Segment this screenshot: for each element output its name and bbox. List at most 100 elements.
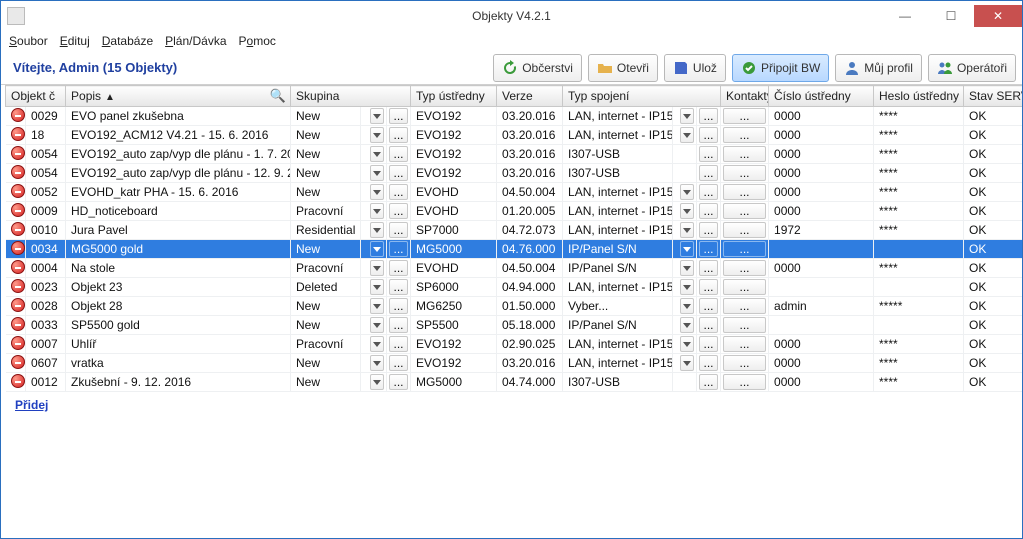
popis-cell[interactable]: SP5500 gold	[66, 316, 291, 335]
ellipsis-icon[interactable]: ...	[389, 146, 408, 162]
kontakty-button[interactable]: ...	[721, 297, 769, 316]
ellipsis-icon[interactable]: ...	[389, 203, 408, 219]
spoj-edit-button[interactable]: ...	[697, 145, 721, 164]
cislo-cell[interactable]: 0000	[769, 259, 874, 278]
ellipsis-icon[interactable]: ...	[699, 279, 718, 295]
chevron-down-icon[interactable]	[370, 260, 384, 276]
chevron-down-icon[interactable]	[680, 336, 694, 352]
chevron-down-icon[interactable]	[680, 108, 694, 124]
skupina-dropdown[interactable]	[361, 297, 387, 316]
spoj-dropdown[interactable]	[673, 316, 697, 335]
chevron-down-icon[interactable]	[370, 127, 384, 143]
skupina-cell[interactable]: New	[291, 183, 361, 202]
heslo-cell[interactable]: ****	[874, 183, 964, 202]
table-row[interactable]: 0004Na stolePracovní...EVOHD04.50.004IP/…	[6, 259, 1023, 278]
heslo-cell[interactable]	[874, 240, 964, 259]
popis-cell[interactable]: Na stole	[66, 259, 291, 278]
spoj-cell[interactable]: LAN, internet - IP150	[563, 278, 673, 297]
skupina-cell[interactable]: New	[291, 316, 361, 335]
skupina-dropdown[interactable]	[361, 259, 387, 278]
skupina-dropdown[interactable]	[361, 164, 387, 183]
ellipsis-icon[interactable]: ...	[699, 127, 718, 143]
ellipsis-icon[interactable]: ...	[389, 279, 408, 295]
heslo-cell[interactable]: ****	[874, 259, 964, 278]
kontakty-button[interactable]: ...	[721, 164, 769, 183]
operators-button[interactable]: Operátoři	[928, 54, 1016, 82]
skupina-cell[interactable]: New	[291, 145, 361, 164]
skupina-edit-button[interactable]: ...	[387, 297, 411, 316]
heslo-cell[interactable]: ****	[874, 164, 964, 183]
col-typustredny[interactable]: Typ ústředny	[411, 86, 497, 107]
chevron-down-icon[interactable]	[370, 298, 384, 314]
ellipsis-icon[interactable]: ...	[699, 108, 718, 124]
spoj-dropdown[interactable]	[673, 221, 697, 240]
heslo-cell[interactable]: ****	[874, 202, 964, 221]
ellipsis-icon[interactable]: ...	[723, 146, 766, 162]
spoj-edit-button[interactable]: ...	[697, 335, 721, 354]
ellipsis-icon[interactable]: ...	[723, 127, 766, 143]
skupina-cell[interactable]: New	[291, 373, 361, 392]
menu-soubor[interactable]: Soubor	[9, 34, 48, 48]
chevron-down-icon[interactable]	[680, 355, 694, 371]
ellipsis-icon[interactable]: ...	[723, 184, 766, 200]
skupina-edit-button[interactable]: ...	[387, 240, 411, 259]
spoj-edit-button[interactable]: ...	[697, 354, 721, 373]
ellipsis-icon[interactable]: ...	[699, 374, 718, 390]
ellipsis-icon[interactable]: ...	[723, 279, 766, 295]
refresh-button[interactable]: Občerstvi	[493, 54, 582, 82]
spoj-edit-button[interactable]: ...	[697, 126, 721, 145]
ellipsis-icon[interactable]: ...	[699, 241, 718, 257]
skupina-edit-button[interactable]: ...	[387, 373, 411, 392]
spoj-edit-button[interactable]: ...	[697, 202, 721, 221]
table-row[interactable]: 0010Jura PavelResidential...SP700004.72.…	[6, 221, 1023, 240]
ellipsis-icon[interactable]: ...	[723, 374, 766, 390]
chevron-down-icon[interactable]	[370, 184, 384, 200]
spoj-cell[interactable]: LAN, internet - IP150	[563, 126, 673, 145]
kontakty-button[interactable]: ...	[721, 221, 769, 240]
spoj-dropdown[interactable]	[673, 297, 697, 316]
heslo-cell[interactable]: *****	[874, 297, 964, 316]
skupina-dropdown[interactable]	[361, 240, 387, 259]
ellipsis-icon[interactable]: ...	[723, 317, 766, 333]
kontakty-button[interactable]: ...	[721, 354, 769, 373]
ellipsis-icon[interactable]: ...	[723, 222, 766, 238]
col-typspojeni[interactable]: Typ spojení	[563, 86, 721, 107]
cislo-cell[interactable]: 0000	[769, 126, 874, 145]
kontakty-button[interactable]: ...	[721, 373, 769, 392]
popis-cell[interactable]: Objekt 28	[66, 297, 291, 316]
kontakty-button[interactable]: ...	[721, 240, 769, 259]
ellipsis-icon[interactable]: ...	[389, 222, 408, 238]
kontakty-button[interactable]: ...	[721, 126, 769, 145]
col-popis[interactable]: Popis▲🔍	[66, 86, 291, 107]
skupina-edit-button[interactable]: ...	[387, 107, 411, 126]
spoj-cell[interactable]: I307-USB	[563, 145, 673, 164]
cislo-cell[interactable]	[769, 240, 874, 259]
menu-plan[interactable]: Plán/Dávka	[165, 34, 226, 48]
spoj-cell[interactable]: IP/Panel S/N	[563, 240, 673, 259]
profile-button[interactable]: Můj profil	[835, 54, 922, 82]
skupina-edit-button[interactable]: ...	[387, 164, 411, 183]
table-row[interactable]: 0009HD_noticeboardPracovní...EVOHD01.20.…	[6, 202, 1023, 221]
cislo-cell[interactable]: 0000	[769, 183, 874, 202]
table-row[interactable]: 0007UhlířPracovní...EVO19202.90.025LAN, …	[6, 335, 1023, 354]
spoj-edit-button[interactable]: ...	[697, 259, 721, 278]
heslo-cell[interactable]: ****	[874, 354, 964, 373]
spoj-dropdown[interactable]	[673, 183, 697, 202]
spoj-edit-button[interactable]: ...	[697, 107, 721, 126]
chevron-down-icon[interactable]	[680, 203, 694, 219]
spoj-dropdown[interactable]	[673, 107, 697, 126]
chevron-down-icon[interactable]	[370, 317, 384, 333]
skupina-edit-button[interactable]: ...	[387, 259, 411, 278]
chevron-down-icon[interactable]	[370, 336, 384, 352]
ellipsis-icon[interactable]: ...	[699, 146, 718, 162]
ellipsis-icon[interactable]: ...	[699, 165, 718, 181]
close-button[interactable]: ✕	[974, 5, 1022, 27]
spoj-dropdown[interactable]	[673, 373, 697, 392]
heslo-cell[interactable]: ****	[874, 373, 964, 392]
maximize-button[interactable]: ☐	[928, 5, 974, 27]
ellipsis-icon[interactable]: ...	[389, 317, 408, 333]
table-row[interactable]: 0023Objekt 23Deleted...SP600004.94.000LA…	[6, 278, 1023, 297]
skupina-edit-button[interactable]: ...	[387, 183, 411, 202]
popis-cell[interactable]: EVO192_auto zap/vyp dle plánu - 1. 7. 20…	[66, 145, 291, 164]
cislo-cell[interactable]: 0000	[769, 335, 874, 354]
